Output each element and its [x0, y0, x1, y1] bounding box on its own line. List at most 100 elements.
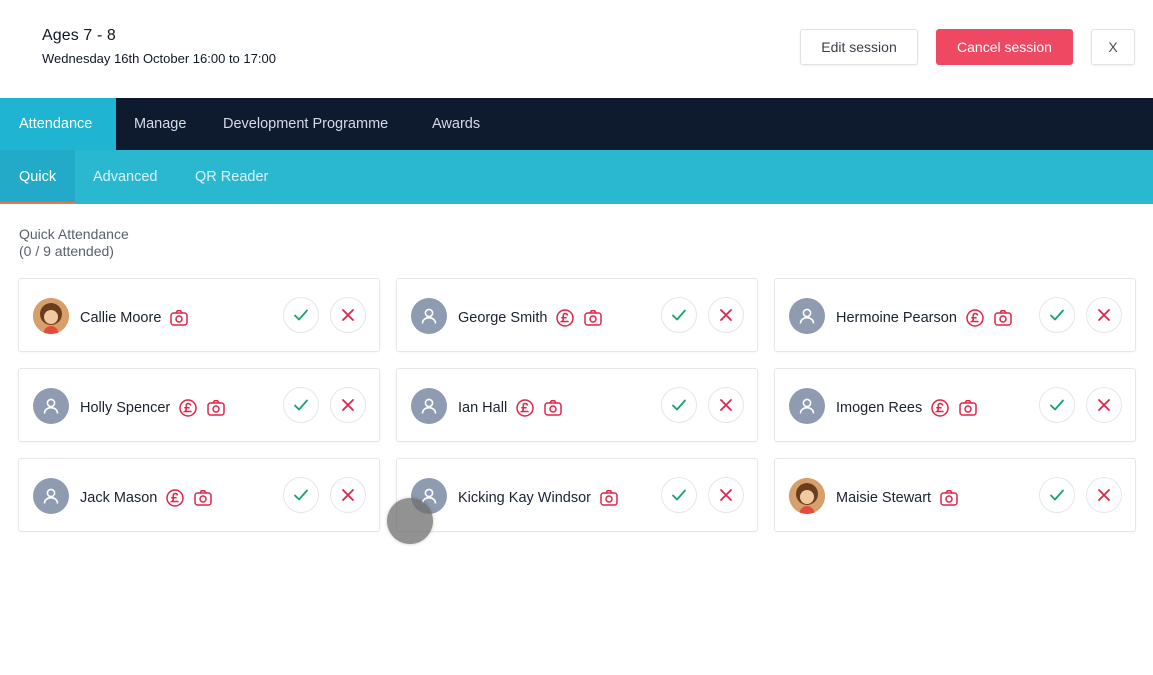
user-icon [789, 388, 825, 424]
mark-present-button[interactable] [1039, 477, 1075, 513]
pound-circle-icon[interactable] [965, 308, 985, 328]
check-icon [670, 396, 688, 414]
camera-icon[interactable] [206, 398, 226, 418]
mark-present-button[interactable] [1039, 387, 1075, 423]
camera-icon[interactable] [599, 488, 619, 508]
attendee-name: Callie Moore [80, 310, 162, 326]
pound-circle-icon[interactable] [930, 398, 950, 418]
session-title: Ages 7 - 8 [42, 27, 116, 44]
tab-advanced[interactable]: Advanced [93, 150, 158, 204]
attendee-name: Hermoine Pearson [836, 310, 957, 326]
avatar-photo [33, 298, 69, 334]
mark-present-button[interactable] [283, 297, 319, 333]
check-icon [1048, 306, 1066, 324]
session-datetime: Wednesday 16th October 16:00 to 17:00 [42, 51, 276, 66]
attendee-name-row: Holly Spencer [80, 398, 234, 418]
check-icon [1048, 396, 1066, 414]
cross-icon [1096, 397, 1112, 413]
check-icon [292, 396, 310, 414]
mark-absent-button[interactable] [330, 477, 366, 513]
cross-icon [718, 307, 734, 323]
mark-absent-button[interactable] [330, 387, 366, 423]
touch-cursor-indicator [387, 498, 433, 544]
mark-present-button[interactable] [661, 297, 697, 333]
attendance-count: (0 / 9 attended) [19, 243, 114, 259]
pound-circle-icon[interactable] [515, 398, 535, 418]
attendee-name: Ian Hall [458, 400, 508, 416]
session-header: Ages 7 - 8 Wednesday 16th October 16:00 … [0, 0, 1153, 98]
mark-present-button[interactable] [1039, 297, 1075, 333]
user-icon [789, 298, 825, 334]
attendee-name-row: Kicking Kay Windsor [458, 488, 627, 508]
check-icon [292, 306, 310, 324]
mark-present-button[interactable] [661, 477, 697, 513]
camera-icon[interactable] [939, 488, 959, 508]
mark-present-button[interactable] [283, 477, 319, 513]
mark-absent-button[interactable] [708, 477, 744, 513]
attendance-heading: Quick Attendance [19, 226, 129, 242]
attendee-card: Imogen Rees [774, 368, 1136, 442]
attendee-card: Maisie Stewart [774, 458, 1136, 532]
attendee-name-row: Hermoine Pearson [836, 308, 1021, 328]
attendee-name: Imogen Rees [836, 400, 923, 416]
attendee-card: Callie Moore [18, 278, 380, 352]
attendee-name: Holly Spencer [80, 400, 171, 416]
cross-icon [1096, 307, 1112, 323]
camera-icon[interactable] [958, 398, 978, 418]
user-icon [411, 298, 447, 334]
pound-circle-icon[interactable] [165, 488, 185, 508]
check-icon [292, 486, 310, 504]
attendee-name: Kicking Kay Windsor [458, 490, 591, 506]
camera-icon[interactable] [583, 308, 603, 328]
main-tabs: Attendance Manage Development Programme … [0, 98, 1153, 150]
user-icon [33, 388, 69, 424]
cross-icon [340, 487, 356, 503]
attendee-name-row: Ian Hall [458, 398, 571, 418]
cancel-session-button[interactable]: Cancel session [936, 29, 1073, 65]
cross-icon [718, 487, 734, 503]
attendee-card: Kicking Kay Windsor [396, 458, 758, 532]
cross-icon [718, 397, 734, 413]
tab-qr-reader[interactable]: QR Reader [195, 150, 268, 204]
check-icon [1048, 486, 1066, 504]
tab-awards[interactable]: Awards [432, 98, 480, 150]
tab-attendance[interactable]: Attendance [0, 98, 116, 150]
attendee-name-row: Imogen Rees [836, 398, 986, 418]
avatar-photo [789, 478, 825, 514]
user-icon [411, 388, 447, 424]
attendee-name: George Smith [458, 310, 548, 326]
check-icon [670, 306, 688, 324]
attendee-name-row: George Smith [458, 308, 611, 328]
mark-absent-button[interactable] [330, 297, 366, 333]
cross-icon [340, 307, 356, 323]
tab-development-programme[interactable]: Development Programme [223, 98, 388, 150]
tab-manage[interactable]: Manage [134, 98, 186, 150]
attendee-card: George Smith [396, 278, 758, 352]
camera-icon[interactable] [993, 308, 1013, 328]
attendee-card: Ian Hall [396, 368, 758, 442]
user-icon [33, 478, 69, 514]
mark-absent-button[interactable] [1086, 387, 1122, 423]
camera-icon[interactable] [169, 308, 189, 328]
edit-session-button[interactable]: Edit session [800, 29, 918, 65]
mark-absent-button[interactable] [708, 297, 744, 333]
cross-icon [1096, 487, 1112, 503]
mark-absent-button[interactable] [708, 387, 744, 423]
attendee-card: Holly Spencer [18, 368, 380, 442]
mark-present-button[interactable] [661, 387, 697, 423]
attendee-name-row: Jack Mason [80, 488, 221, 508]
cross-icon [340, 397, 356, 413]
mark-absent-button[interactable] [1086, 297, 1122, 333]
pound-circle-icon[interactable] [555, 308, 575, 328]
mark-absent-button[interactable] [1086, 477, 1122, 513]
camera-icon[interactable] [543, 398, 563, 418]
pound-circle-icon[interactable] [178, 398, 198, 418]
tab-quick[interactable]: Quick [0, 150, 75, 204]
camera-icon[interactable] [193, 488, 213, 508]
attendee-card: Jack Mason [18, 458, 380, 532]
attendee-name: Jack Mason [80, 490, 158, 506]
close-button[interactable]: X [1091, 29, 1135, 65]
attendee-name-row: Maisie Stewart [836, 488, 967, 508]
attendee-card: Hermoine Pearson [774, 278, 1136, 352]
mark-present-button[interactable] [283, 387, 319, 423]
